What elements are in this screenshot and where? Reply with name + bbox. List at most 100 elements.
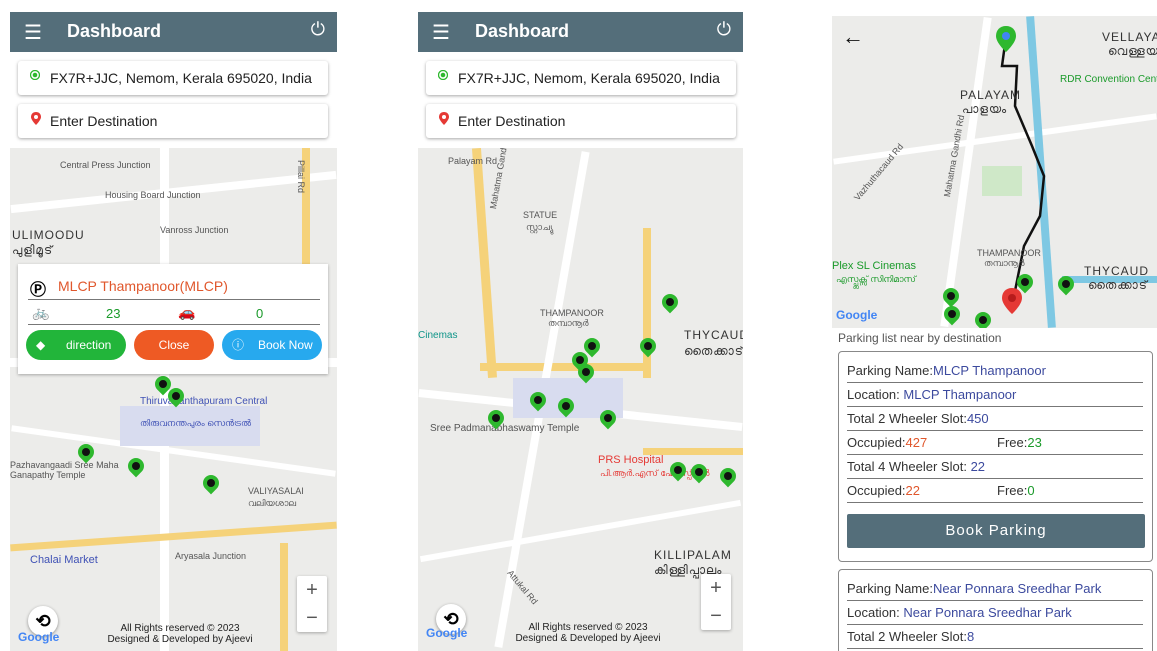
menu-icon[interactable]: ☰ bbox=[24, 20, 42, 45]
two-wheeler-total-row: Total 2 Wheeler Slot:450 bbox=[847, 408, 1143, 431]
info-icon: ⓘ bbox=[232, 338, 245, 352]
map-label: തൈക്കാട് bbox=[1088, 278, 1148, 292]
zoom-in-button[interactable]: + bbox=[297, 576, 327, 604]
map-label: തമ്പാനൂർ bbox=[548, 318, 589, 328]
parking-marker[interactable] bbox=[658, 290, 682, 314]
map-label: PRS Hospital bbox=[598, 454, 664, 466]
route-map[interactable]: ← VELLAYAMBALAM വെള്ളയമ്പലം PALAYAM പാളയ… bbox=[832, 16, 1157, 328]
map-label: വെള്ളയമ്പലം bbox=[1108, 44, 1157, 58]
footer: All Rights reserved © 2023 Designed & De… bbox=[90, 623, 270, 645]
map[interactable]: Central Press Junction Housing Board Jun… bbox=[10, 148, 337, 651]
map-label: Chalai Market bbox=[30, 554, 98, 566]
parking-marker[interactable] bbox=[716, 464, 740, 488]
map-label: Central Press Junction bbox=[60, 160, 151, 170]
map-label: Plex SL Cinemas bbox=[832, 260, 916, 272]
two-wheeler-free: 23 bbox=[106, 306, 121, 321]
book-parking-button[interactable]: Book Parking bbox=[847, 514, 1145, 548]
developer-text: Designed & Developed by Ajeevi bbox=[107, 634, 253, 645]
zoom-out-button[interactable]: − bbox=[701, 602, 731, 630]
map-label: പാളയം bbox=[962, 102, 1008, 116]
destination-field[interactable]: Enter Destination bbox=[426, 104, 736, 138]
parking-marker[interactable] bbox=[199, 471, 223, 495]
parking-p-icon: Ⓟ bbox=[30, 282, 47, 299]
two-wheeler-total: 450 bbox=[966, 411, 989, 426]
map-label: Cinemas bbox=[418, 330, 458, 341]
screen-dashboard-popup: ☰ Dashboard ⏻ FX7R+JJC, Nemom, Kerala 69… bbox=[10, 0, 337, 651]
bike-icon: 🚲 bbox=[32, 304, 50, 320]
two-wheeler-occupied: 427 bbox=[905, 435, 928, 450]
direction-label: direction bbox=[66, 338, 112, 352]
google-logo: Google bbox=[18, 630, 60, 644]
app-title: Dashboard bbox=[67, 21, 162, 41]
destination-marker-icon bbox=[1002, 288, 1022, 314]
map-label: Sree Padmanabhaswamy Temple bbox=[430, 423, 580, 434]
screen-dashboard-map: ☰ Dashboard ⏻ FX7R+JJC, Nemom, Kerala 69… bbox=[418, 0, 743, 651]
zoom-control: + − bbox=[297, 576, 327, 632]
copyright-text: All Rights reserved © 2023 bbox=[528, 622, 648, 633]
location-row: Location: Near Ponnara Sreedhar Park bbox=[847, 602, 1143, 625]
location-dot-icon bbox=[30, 70, 40, 80]
two-wheeler-total: 8 bbox=[966, 629, 975, 644]
two-wheeler-free: 23 bbox=[1027, 435, 1042, 450]
power-icon[interactable]: ⏻ bbox=[717, 19, 731, 40]
map-label: എസ്പ്ലക്സ് സിനിമാസ് bbox=[836, 274, 916, 284]
map-label: സ്റ്റാച്യു bbox=[526, 222, 554, 232]
four-wheeler-total-row: Total 4 Wheeler Slot: 22 bbox=[847, 456, 1143, 479]
back-arrow-icon[interactable]: ← bbox=[842, 24, 864, 50]
location-row: Location: MLCP Thampanoor bbox=[847, 384, 1143, 407]
power-icon[interactable]: ⏻ bbox=[311, 19, 325, 40]
map-marker-icon bbox=[31, 112, 41, 125]
direction-button[interactable]: ◆ direction bbox=[26, 330, 126, 360]
parking-card: Parking Name:MLCP Thampanoor Location: M… bbox=[838, 351, 1153, 562]
location-dot-icon bbox=[438, 70, 448, 80]
parking-name: MLCP Thampanoor(MLCP) bbox=[58, 278, 228, 294]
map-label: Housing Board Junction bbox=[105, 190, 201, 200]
four-wheeler-status-row: Occupied:22 Free:0 bbox=[847, 480, 1143, 503]
app-title: Dashboard bbox=[475, 21, 570, 41]
map-label: തൈക്കാട് bbox=[684, 344, 743, 358]
google-logo: Google bbox=[426, 626, 468, 640]
map-label: Aryasala Junction bbox=[175, 551, 247, 561]
origin-marker-icon bbox=[996, 26, 1016, 52]
zoom-in-button[interactable]: + bbox=[701, 574, 731, 602]
source-field[interactable]: FX7R+JJC, Nemom, Kerala 695020, India bbox=[18, 61, 328, 95]
map[interactable]: Palayam Rd Mahatma Gandhi Rd STATUE സ്റ്… bbox=[418, 148, 743, 651]
source-text: FX7R+JJC, Nemom, Kerala 695020, India bbox=[50, 70, 312, 86]
map-label: THAMPANOOR bbox=[977, 248, 1041, 258]
parking-name: MLCP Thampanoor bbox=[932, 363, 1046, 378]
source-field[interactable]: FX7R+JJC, Nemom, Kerala 695020, India bbox=[426, 61, 736, 95]
map-label: Palayam Rd bbox=[448, 156, 498, 166]
close-button[interactable]: Close bbox=[134, 330, 214, 360]
map-label: KILLIPALAM bbox=[654, 548, 732, 562]
map-label: THYCAUD bbox=[684, 328, 743, 342]
two-wheeler-total-row: Total 2 Wheeler Slot:8 bbox=[847, 626, 1143, 649]
screen-parking-list: ← VELLAYAMBALAM വെള്ളയമ്പലം PALAYAM പാളയ… bbox=[832, 0, 1157, 651]
map-label: Vanross Junction bbox=[160, 225, 229, 235]
map-label: PALAYAM bbox=[960, 88, 1022, 102]
parking-marker[interactable] bbox=[636, 334, 660, 358]
map-marker-icon bbox=[439, 112, 449, 125]
two-wheeler-free-cell: Free:23 bbox=[997, 435, 1042, 450]
map-label: തമ്പാനൂർ bbox=[984, 258, 1025, 268]
google-logo: Google bbox=[836, 308, 878, 322]
menu-icon[interactable]: ☰ bbox=[432, 20, 450, 45]
book-now-button[interactable]: ⓘ Book Now bbox=[222, 330, 322, 360]
destination-placeholder: Enter Destination bbox=[458, 113, 566, 129]
footer: All Rights reserved © 2023 Designed & De… bbox=[498, 622, 678, 644]
map-label: പുളിമൂട് bbox=[12, 243, 54, 257]
four-wheeler-total: 22 bbox=[970, 459, 986, 474]
copyright-text: All Rights reserved © 2023 bbox=[120, 623, 240, 634]
two-wheeler-status-row: Occupied:427 Free:23 bbox=[847, 432, 1143, 455]
app-bar: ☰ Dashboard ⏻ bbox=[10, 12, 337, 52]
book-now-label: Book Now bbox=[258, 338, 313, 352]
map-label: Pazhavangaadi Sree Maha Ganapathy Temple bbox=[10, 460, 119, 480]
destination-placeholder: Enter Destination bbox=[50, 113, 158, 129]
parking-name-row: Parking Name:MLCP Thampanoor bbox=[847, 360, 1143, 383]
destination-field[interactable]: Enter Destination bbox=[18, 104, 328, 138]
four-wheeler-free: 0 bbox=[256, 306, 264, 321]
parking-marker[interactable] bbox=[687, 460, 711, 484]
zoom-out-button[interactable]: − bbox=[297, 604, 327, 632]
parking-name-row: Parking Name:Near Ponnara Sreedhar Park bbox=[847, 578, 1143, 601]
location-value: MLCP Thampanoor bbox=[903, 387, 1017, 402]
app-bar: ☰ Dashboard ⏻ bbox=[418, 12, 743, 52]
